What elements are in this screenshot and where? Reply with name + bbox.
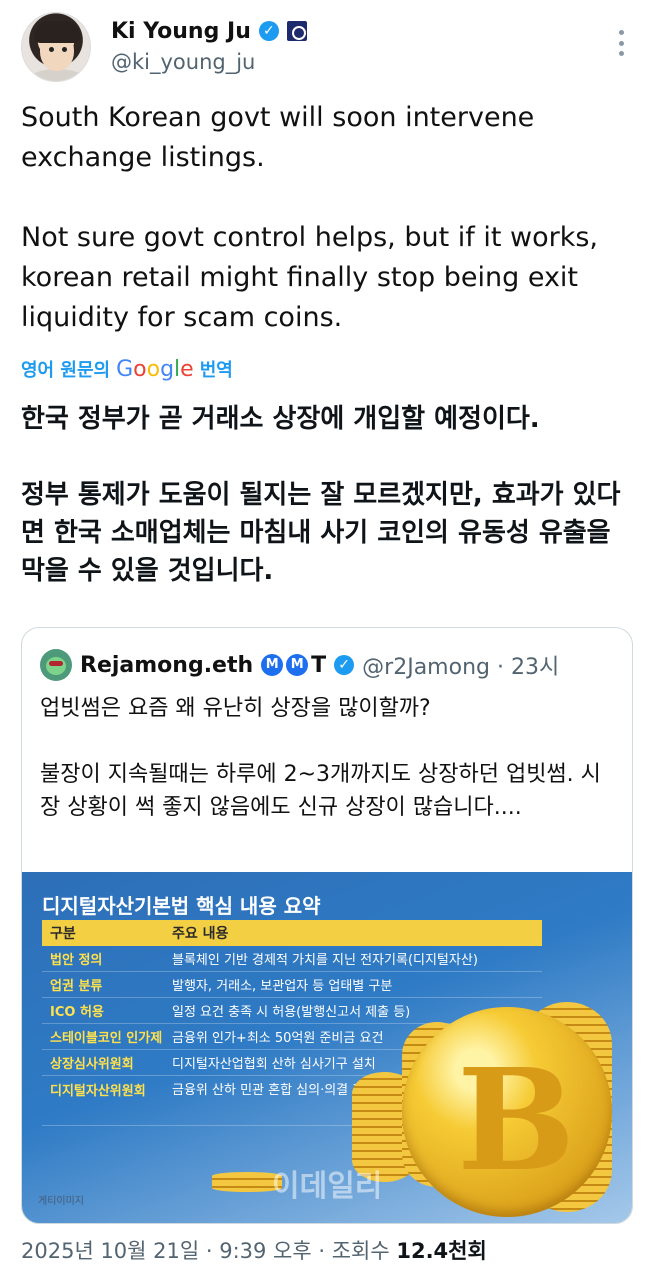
image-title: 디지털자산기본법 핵심 내용 요약	[42, 894, 321, 918]
quote-paragraph: 불장이 지속될때는 하루에 2~3개까지도 상장하던 업빗썸. 시장 상황이 썩…	[40, 762, 601, 820]
author-handle[interactable]: @ki_young_ju	[111, 50, 255, 74]
m-emoji-icon: M	[286, 654, 309, 676]
tweet-paragraph: Not sure govt control helps, but if it w…	[21, 222, 599, 333]
translate-suffix: 번역	[199, 360, 233, 381]
quoted-tweet[interactable]: Rejamong.eth M M T ✓ @r2Jamong · 23시 업빗썸…	[21, 627, 633, 1224]
image-credit: 게티이미지	[38, 1196, 84, 1207]
tweet-text: South Korean govt will soon intervene ex…	[21, 98, 631, 338]
author-name-line: Ki Young Ju ✓	[111, 16, 307, 46]
translation-attribution[interactable]: 영어 원문의 Google 번역	[21, 356, 233, 382]
image-table-row: 업권 분류 발행자, 거래소, 보관업자 등 업태별 구분	[42, 972, 542, 998]
google-logo: Google	[116, 356, 194, 382]
more-options-icon[interactable]	[619, 30, 625, 56]
translated-text: 한국 정부가 곧 거래소 상장에 개입할 예정이다. 정부 통제가 도움이 될지…	[21, 400, 631, 590]
bitcoin-icon: B	[402, 1007, 612, 1217]
image-watermark: 이데일리	[272, 1169, 383, 1204]
quote-name-emojis: M M T	[261, 653, 326, 678]
quote-avatar[interactable]	[40, 649, 72, 681]
translated-paragraph: 한국 정부가 곧 거래소 상장에 개입할 예정이다.	[21, 404, 540, 434]
quote-text: 업빗썸은 요즘 왜 유난히 상장을 많이할까? 불장이 지속될때는 하루에 2~…	[40, 692, 615, 824]
tweet-paragraph: South Korean govt will soon intervene ex…	[21, 102, 535, 173]
verified-icon: ✓	[334, 655, 355, 675]
translate-prefix: 영어 원문의	[21, 360, 111, 381]
quote-handle-time[interactable]: @r2Jamong · 23시	[362, 649, 559, 681]
image-table-row: 법안 정의 블록체인 기반 경제적 가치를 지닌 전자기록(디지털자산)	[42, 946, 542, 972]
post-datetime[interactable]: 2025년 10월 21일 · 9:39 오후 · 조회수	[21, 1239, 396, 1263]
quote-paragraph: 업빗썸은 요즘 왜 유난히 상장을 많이할까?	[40, 696, 431, 721]
tweet-header: Ki Young Ju ✓ @ki_young_ju	[21, 12, 631, 84]
affiliation-icon[interactable]	[286, 21, 307, 41]
quote-media-image[interactable]: 디지털자산기본법 핵심 내용 요약 구분 주요 내용 법안 정의 블록체인 기반 …	[22, 872, 632, 1223]
quote-author-name[interactable]: Rejamong.eth	[80, 653, 253, 678]
translated-paragraph: 정부 통제가 도움이 될지는 잘 모르겠지만, 효과가 있다면 한국 소매업체는…	[21, 480, 621, 586]
tweet-meta: 2025년 10월 21일 · 9:39 오후 · 조회수 12.4천회	[21, 1235, 487, 1265]
verified-icon: ✓	[258, 21, 279, 41]
author-name[interactable]: Ki Young Ju	[111, 19, 251, 44]
author-avatar[interactable]	[21, 12, 91, 82]
image-table-header: 구분 주요 내용	[42, 920, 542, 946]
view-count: 12.4천회	[396, 1239, 487, 1263]
t-letter: T	[311, 652, 327, 678]
m-emoji-icon: M	[261, 654, 284, 676]
quote-header: Rejamong.eth M M T ✓ @r2Jamong · 23시	[40, 649, 559, 681]
